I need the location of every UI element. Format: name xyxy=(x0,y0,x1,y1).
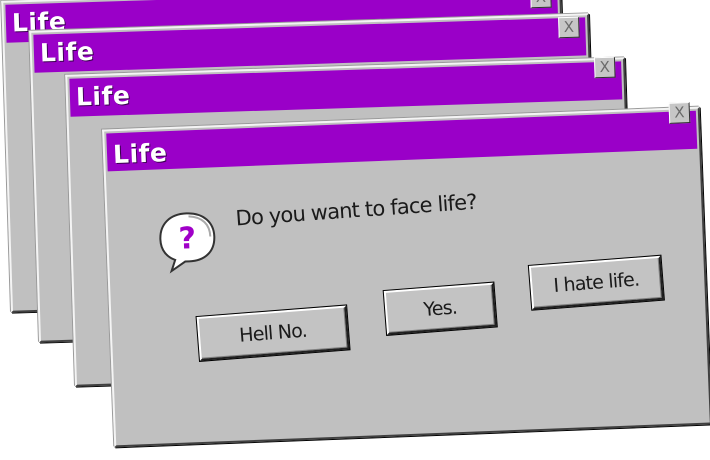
dialog-message: Do you want to face life? xyxy=(234,189,478,231)
close-button[interactable]: X xyxy=(558,16,580,39)
window-title: Life xyxy=(112,138,168,170)
window-title: Life xyxy=(75,80,131,112)
life-dialog-window: Life X ? Do you want to face life? Hell … xyxy=(102,102,710,448)
i-hate-life-button[interactable]: I hate life. xyxy=(527,254,665,311)
close-button[interactable]: X xyxy=(668,102,691,124)
help-question-icon: ? xyxy=(153,207,221,275)
dialog-body: ? Do you want to face life? Hell No. Yes… xyxy=(108,149,708,443)
hell-no-button[interactable]: Hell No. xyxy=(195,304,351,363)
window-title: Life xyxy=(39,36,95,68)
desktop: Life X Life X Life X Life X xyxy=(0,0,710,460)
close-button[interactable]: X xyxy=(593,56,616,79)
close-button[interactable]: X xyxy=(530,0,552,9)
svg-text:?: ? xyxy=(178,221,197,257)
yes-button[interactable]: Yes. xyxy=(382,281,498,337)
